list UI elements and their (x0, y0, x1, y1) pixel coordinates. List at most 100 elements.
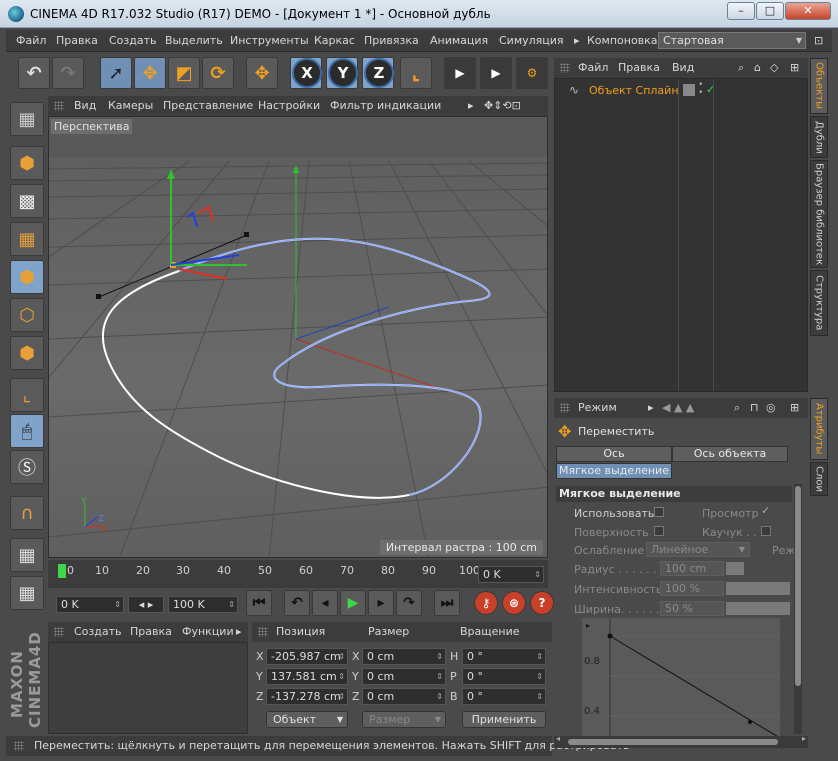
spinner-icon[interactable]: ⇕ (436, 649, 443, 664)
rotation-b-field[interactable]: 0 ° ⇕ (462, 688, 546, 705)
spinner-icon[interactable]: ⇕ (436, 689, 443, 704)
tab-modeling-axis[interactable]: Ось моделирования (556, 446, 672, 474)
tab-attributes[interactable]: Атрибуты (810, 398, 828, 460)
record-keys-button[interactable]: ⚷ (474, 591, 498, 615)
am-menu-mode[interactable]: Режим (578, 401, 617, 414)
next-frame-button[interactable]: ▸ (368, 590, 394, 616)
move-gizmo-plane-blue[interactable] (186, 211, 198, 228)
x-axis-lock-button[interactable]: X (292, 58, 322, 88)
menu-detach-icon[interactable]: ⊡ (814, 34, 823, 47)
menu-animate[interactable]: Анимация (430, 34, 488, 47)
size-mode-select[interactable]: Размер ▼ (362, 711, 446, 728)
go-to-end-button[interactable]: ⏭ (434, 590, 460, 616)
am-new-view-icon[interactable]: ⊞ (790, 401, 799, 414)
am-back-forward-icon[interactable]: ◀ ▲ ▲ (662, 401, 694, 414)
current-frame-field[interactable]: 0 K ⇕ (478, 566, 544, 583)
width-field[interactable]: 50 % (660, 601, 724, 616)
material-menu-functions[interactable]: Функции (182, 625, 234, 638)
axis-mode-button[interactable]: ⌞ (10, 378, 44, 412)
tab-objects[interactable]: Объекты (810, 58, 828, 114)
falloff-curve-graph[interactable]: ▸ 0.8 0.4 (582, 618, 780, 736)
spinner-icon[interactable]: ⇕ (536, 669, 543, 684)
menu-edit[interactable]: Правка (56, 34, 98, 47)
spinner-icon[interactable]: ⇕ (114, 597, 121, 612)
render-view-button[interactable]: ▶ (444, 57, 476, 89)
timeline-ruler[interactable]: 0 10 20 30 40 50 60 70 80 90 100 0 K ⇕ (48, 560, 548, 588)
menu-create[interactable]: Создать (109, 34, 157, 47)
menu-tools[interactable]: Инструменты (230, 34, 309, 47)
spinner-icon[interactable]: ⇕ (534, 567, 541, 582)
om-bookmark-icon[interactable]: ◇ (770, 61, 778, 74)
move-tool-button[interactable]: ✥ (134, 57, 166, 89)
material-manager-area[interactable] (48, 642, 248, 734)
am-search-icon[interactable]: ⌕ (734, 401, 740, 415)
spinner-icon[interactable]: ⇕ (436, 669, 443, 684)
render-settings-button[interactable]: ⚙ (516, 57, 548, 89)
edges-mode-button[interactable]: ⬡ (10, 298, 44, 332)
radius-slider[interactable] (726, 562, 744, 575)
viewport-menu-options[interactable]: Настройки (258, 99, 320, 112)
viewport-navigation-icons[interactable]: ✥⇕⟲⊡ (484, 99, 521, 112)
undo-button[interactable]: ↶ (18, 57, 50, 89)
rotation-h-field[interactable]: 0 ° ⇕ (462, 648, 546, 665)
timeline-playhead[interactable] (58, 564, 66, 578)
model-mode-button[interactable]: ⬢ (10, 146, 44, 180)
tangent-point-right[interactable] (244, 232, 249, 237)
falloff-select[interactable]: Линейное ▼ (646, 542, 750, 557)
position-y-field[interactable]: 137.581 cm ⇕ (266, 668, 348, 685)
rotation-p-field[interactable]: 0 ° ⇕ (462, 668, 546, 685)
om-menu-file[interactable]: Файл (578, 61, 608, 74)
y-axis-lock-button[interactable]: Y (328, 58, 358, 88)
scale-tool-button[interactable]: ◩ (168, 57, 200, 89)
viewport-menu-view[interactable]: Вид (74, 99, 96, 112)
go-to-start-button[interactable]: ⏮ (246, 590, 272, 616)
visibility-dots-icon[interactable]: • • (698, 81, 703, 98)
prev-key-button[interactable]: ↶ (284, 590, 310, 616)
spinner-icon[interactable]: ⇕ (536, 689, 543, 704)
om-menu-view[interactable]: Вид (672, 61, 694, 74)
scroll-right-icon[interactable]: ▸ (802, 734, 806, 743)
move-gizmo-x[interactable] (178, 268, 228, 280)
width-slider[interactable] (726, 602, 790, 615)
object-row[interactable]: ∿ Объект Сплайн • • ✓ (555, 81, 807, 101)
tweak-mode-button[interactable]: 🖱 (10, 414, 44, 448)
play-button[interactable]: ▶ (340, 590, 366, 616)
position-z-field[interactable]: -137.278 cm ⇕ (266, 688, 348, 705)
viewport-menu-display[interactable]: Представление (163, 99, 253, 112)
coordinate-mode-select[interactable]: Объект ▼ (266, 711, 348, 728)
minimize-button[interactable]: – (727, 2, 755, 20)
workplane-mode-button[interactable]: ▦ (10, 222, 44, 256)
solo-mode-button[interactable]: Ⓢ (10, 450, 44, 484)
menu-layout[interactable]: Компоновка (587, 34, 658, 47)
keyframe-selection-button[interactable]: ? (530, 591, 554, 615)
om-home-icon[interactable]: ⌂ (754, 61, 761, 74)
move-gizmo-z[interactable] (170, 254, 240, 266)
am-target-icon[interactable]: ◎ (766, 401, 776, 414)
move-gizmo-plane-red[interactable] (198, 205, 214, 222)
recent-tool-button[interactable]: ✥ (246, 57, 278, 89)
tab-takes[interactable]: Дубли (810, 116, 828, 158)
attributes-horizontal-scrollbar[interactable]: ◂ ▸ (554, 734, 808, 748)
prev-frame-button[interactable]: ◂ (312, 590, 338, 616)
next-key-button[interactable]: ↷ (396, 590, 422, 616)
tab-layers[interactable]: Слои (810, 462, 828, 496)
am-more-icon[interactable]: ▸ (648, 401, 654, 414)
layer-icon[interactable] (683, 84, 695, 96)
size-y-field[interactable]: 0 cm ⇕ (362, 668, 446, 685)
apply-button[interactable]: Применить (462, 711, 546, 728)
polygons-mode-button[interactable]: ⬢ (10, 336, 44, 370)
preview-checkbox[interactable]: ✓ (761, 505, 771, 517)
menu-file[interactable]: Файл (16, 34, 46, 47)
strength-slider[interactable] (726, 582, 790, 595)
menu-mesh[interactable]: Каркас (314, 34, 355, 47)
size-x-field[interactable]: 0 cm ⇕ (362, 648, 446, 665)
viewport-more-icon[interactable]: ▸ (468, 99, 474, 112)
size-z-field[interactable]: 0 cm ⇕ (362, 688, 446, 705)
perspective-viewport[interactable]: Y X Z Перспектива Интервал растра : 100 … (48, 116, 548, 558)
workplane-align-button[interactable]: ▦ (10, 576, 44, 610)
attributes-vertical-scrollbar[interactable] (794, 484, 802, 734)
scrollbar-thumb[interactable] (568, 739, 778, 745)
live-selection-button[interactable]: ➚ (100, 57, 132, 89)
material-menu-edit[interactable]: Правка (130, 625, 172, 638)
position-x-field[interactable]: -205.987 cm ⇕ (266, 648, 348, 665)
